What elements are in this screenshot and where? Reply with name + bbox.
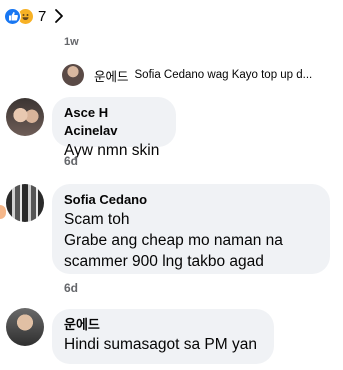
reactions-summary[interactable]: 7 bbox=[4, 5, 64, 27]
comment-bubble[interactable]: Sofia Cedano Scam toh Grabe ang cheap mo… bbox=[52, 184, 330, 274]
avatar[interactable] bbox=[6, 308, 44, 346]
comment-author[interactable]: Asce H Acinelav bbox=[64, 104, 164, 140]
comment-bubble[interactable]: Asce H Acinelav Ayw nmn skin bbox=[52, 97, 176, 159]
comment-timestamp[interactable]: 6d bbox=[64, 154, 78, 168]
comment-timestamp[interactable]: 6d bbox=[64, 281, 78, 295]
reaction-count: 7 bbox=[38, 7, 47, 25]
comment-text: Hindi sumasagot sa PM yan bbox=[64, 336, 257, 353]
chevron-right-icon[interactable] bbox=[54, 8, 64, 24]
reply-preview[interactable]: 운에드 Sofia Cedano wag Kayo top up d... bbox=[62, 63, 343, 87]
comment-bubble[interactable]: 운에드 Hindi sumasagot sa PM yan bbox=[52, 309, 274, 364]
comment-author[interactable]: Sofia Cedano bbox=[64, 191, 318, 209]
avatar bbox=[62, 64, 84, 86]
avatar[interactable] bbox=[6, 98, 44, 136]
avatar[interactable] bbox=[6, 184, 44, 222]
comment-author[interactable]: 운에드 bbox=[64, 316, 262, 334]
comment-text: Scam toh Grabe ang cheap mo naman na sca… bbox=[64, 211, 283, 270]
reply-text: Sofia Cedano wag Kayo top up d... bbox=[134, 69, 313, 81]
edge-tab bbox=[0, 205, 6, 219]
reply-author: 운에드 bbox=[94, 69, 129, 84]
like-icon bbox=[4, 7, 21, 25]
comment-text: Ayw nmn skin bbox=[64, 142, 160, 159]
comment-timestamp[interactable]: 1w bbox=[64, 36, 79, 48]
